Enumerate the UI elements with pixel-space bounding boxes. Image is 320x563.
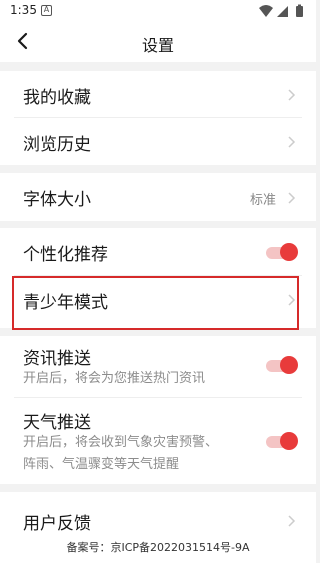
settings-item-label: 天气推送 [23,413,91,433]
notification-icon: A [41,5,52,16]
app-header: 设置 [0,22,316,62]
font-size-value: 标准 [249,193,276,208]
youth-mode-highlight [12,276,299,330]
settings-item-description: 开启后，将会为您推送热门资讯 [23,371,206,386]
signal-icon [277,6,288,17]
system-status-icons [259,4,303,17]
status-time: 1:35 [10,3,37,17]
settings-item-label: 浏览历史 [23,135,91,155]
settings-item-label: 个性化推荐 [23,245,108,265]
news-push-toggle[interactable] [266,356,298,374]
settings-group-support: 用户反馈 [0,492,316,534]
footer: 备案号：京ICP备2022031514号-9A [0,534,316,563]
status-bar: 1:35 A [0,0,316,22]
settings-item-description: 开启后，将会收到气象灾害预警、 [23,435,219,450]
icp-record-text[interactable]: 备案号：京ICP备2022031514号-9A [0,539,316,555]
page-title: 设置 [141,36,174,55]
settings-item-news-push: 资讯推送 开启后，将会为您推送热门资讯 [0,336,316,398]
settings-group-display: 字体大小 标准 [0,173,316,221]
settings-item-personalized: 个性化推荐 [0,228,316,276]
settings-item-font-size[interactable]: 字体大小 标准 [0,173,316,221]
chevron-right-icon [288,136,296,148]
battery-icon [296,4,303,17]
settings-item-label: 我的收藏 [23,88,91,108]
settings-item-history[interactable]: 浏览历史 [0,118,316,165]
settings-item-label: 用户反馈 [23,514,91,534]
settings-item-favorites[interactable]: 我的收藏 [0,71,316,118]
chevron-right-icon [288,89,296,101]
chevron-right-icon [288,515,296,527]
settings-group-push: 资讯推送 开启后，将会为您推送热门资讯 天气推送 开启后，将会收到气象灾害预警、… [0,336,316,484]
chevron-right-icon [288,192,296,204]
settings-item-description: 阵雨、气温骤变等天气提醒 [23,457,180,472]
settings-item-label: 字体大小 [23,190,91,210]
settings-item-feedback[interactable]: 用户反馈 [0,492,316,534]
personalized-toggle[interactable] [266,243,298,261]
wifi-icon [259,5,273,17]
settings-group-content: 我的收藏 浏览历史 [0,71,316,165]
settings-item-label: 资讯推送 [23,349,91,369]
settings-item-weather-push: 天气推送 开启后，将会收到气象灾害预警、 阵雨、气温骤变等天气提醒 [0,398,316,484]
weather-push-toggle[interactable] [266,432,298,450]
